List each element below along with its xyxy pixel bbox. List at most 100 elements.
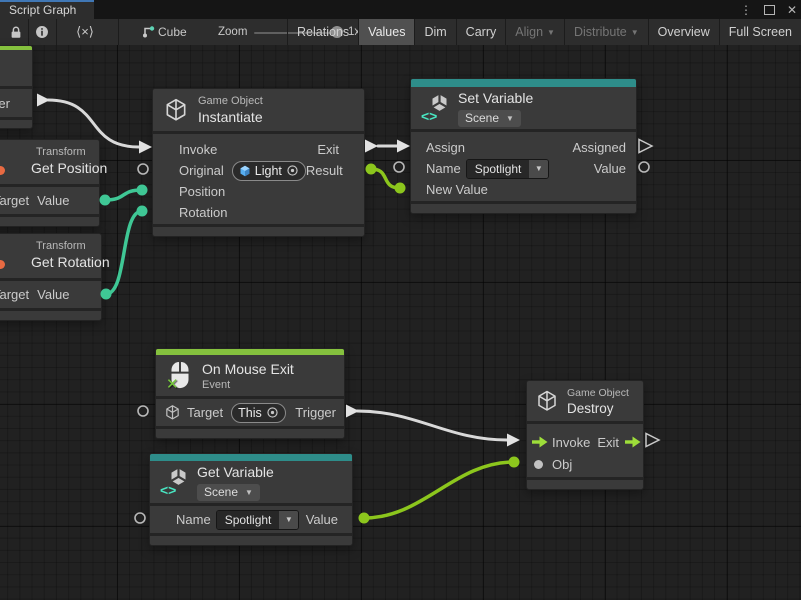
value-port-label: Value: [37, 287, 69, 302]
obj-port-dot-icon[interactable]: [534, 460, 543, 469]
transform-icon: [0, 166, 5, 175]
tab-bar: Script Graph ⋮ ✕: [0, 0, 801, 19]
name-port-label: Name: [426, 161, 461, 176]
node-category: Game Object: [198, 95, 263, 107]
graph-asset-icon: [138, 19, 156, 45]
edit-subgraph-button[interactable]: ⟨×⟩: [64, 19, 106, 45]
distribute-button[interactable]: Distribute▼: [564, 19, 648, 45]
info-icon: [35, 25, 49, 39]
node-get-position[interactable]: Transform Get Position Target Value: [0, 139, 100, 227]
node-instantiate[interactable]: Game Object Instantiate Invoke Exit Orig…: [152, 88, 365, 237]
values-button[interactable]: Values: [358, 19, 414, 45]
svg-text:<>: <>: [421, 108, 437, 123]
window-controls: ⋮ ✕: [740, 0, 797, 19]
port-row: Invoke Exit: [153, 139, 364, 160]
toolbar-toggle-group: Relations Values Dim Carry Align▼ Distri…: [369, 19, 801, 45]
variable-scope-dropdown[interactable]: Scene ▼: [197, 484, 260, 501]
node-title: On Mouse Exit: [202, 361, 294, 377]
port-row: Assign Assigned: [411, 137, 636, 158]
info-button[interactable]: [30, 19, 54, 45]
port-row: Target Value: [0, 187, 99, 214]
port-row: Rotation: [153, 202, 364, 223]
gameobject-icon: [239, 165, 251, 177]
invoke-port-arrow-icon[interactable]: [531, 436, 548, 448]
tab-script-graph[interactable]: Script Graph: [0, 0, 94, 19]
relations-button[interactable]: Relations: [287, 19, 358, 45]
variable-scope-dropdown[interactable]: Scene ▼: [458, 110, 521, 127]
object-picker-icon[interactable]: [266, 406, 279, 419]
toolbar-separator: [56, 19, 57, 45]
target-port-label: Target: [0, 287, 29, 302]
align-button[interactable]: Align▼: [505, 19, 564, 45]
new-value-port-label: New Value: [426, 182, 488, 197]
node-title: Instantiate: [198, 109, 263, 125]
node-get-rotation[interactable]: Transform Get Rotation Target Value: [0, 233, 102, 321]
exit-port-label: Exit: [597, 435, 619, 450]
variable-accent-bar: [411, 79, 636, 87]
port-row: Position: [153, 181, 364, 202]
port-row: Trigger: [0, 89, 32, 117]
node-partial-event[interactable]: Trigger: [0, 45, 33, 129]
lock-icon: [9, 25, 23, 40]
svg-text:<>: <>: [160, 482, 176, 497]
close-icon[interactable]: ✕: [787, 4, 797, 16]
target-port-label: Target: [187, 405, 223, 420]
chevron-down-icon: ▼: [529, 160, 548, 178]
chevron-down-icon: ▼: [506, 114, 514, 123]
trigger-port-label: Trigger: [0, 96, 10, 111]
node-set-variable[interactable]: <> Set Variable Scene ▼ Assign Assigned …: [410, 78, 637, 214]
exit-x-icon: ✕: [166, 375, 179, 393]
assign-port-label: Assign: [426, 140, 465, 155]
overview-button[interactable]: Overview: [648, 19, 719, 45]
original-port-label: Original: [179, 163, 224, 178]
object-picker-icon[interactable]: [286, 164, 299, 177]
original-object-field[interactable]: Light: [232, 161, 306, 181]
node-get-variable[interactable]: <> Get Variable Scene ▼ Name Spotlight ▼…: [149, 453, 353, 546]
node-on-mouse-exit[interactable]: ✕ On Mouse Exit Event Target This Trigge…: [155, 348, 345, 439]
carry-button[interactable]: Carry: [456, 19, 506, 45]
value-port-label: Value: [37, 193, 69, 208]
subgraph-icon: ⟨×⟩: [76, 24, 94, 40]
node-category: Game Object: [567, 387, 629, 399]
kebab-menu-icon[interactable]: ⋮: [740, 4, 752, 16]
value-port-label: Value: [306, 512, 338, 527]
exit-port-arrow-icon[interactable]: [624, 436, 641, 448]
port-row: Original Light Result: [153, 160, 364, 181]
cube-icon: [164, 404, 181, 421]
visual-scripting-window: Script Graph ⋮ ✕ ⟨×⟩ Cube Zoom: [0, 0, 801, 600]
target-object-field[interactable]: This: [231, 403, 286, 423]
chevron-down-icon: ▼: [631, 28, 639, 37]
node-title: Get Position: [31, 160, 107, 176]
node-category: Event: [202, 379, 294, 391]
node-category: Transform: [36, 146, 107, 158]
variable-name-dropdown[interactable]: Spotlight ▼: [216, 510, 300, 530]
fullscreen-button[interactable]: Full Screen: [719, 19, 801, 45]
node-title: Set Variable: [458, 90, 533, 106]
cube-icon: [163, 97, 189, 123]
maximize-icon[interactable]: [764, 5, 775, 15]
object-field-value: Light: [255, 164, 282, 178]
rotation-port-label: Rotation: [179, 205, 227, 220]
port-row: Obj: [527, 453, 643, 475]
dim-button[interactable]: Dim: [414, 19, 455, 45]
chevron-down-icon: ▼: [279, 511, 298, 529]
scene-variable-icon: <>: [160, 467, 188, 497]
trigger-port-label: Trigger: [295, 405, 336, 420]
graph-toolbar: ⟨×⟩ Cube Zoom 1x Relations Values Dim Ca…: [0, 19, 801, 46]
chevron-down-icon: ▼: [245, 488, 253, 497]
invoke-port-label: Invoke: [179, 142, 217, 157]
exit-port-label: Exit: [317, 142, 339, 157]
node-title: Get Rotation: [31, 254, 110, 270]
transform-icon: [0, 260, 5, 269]
variable-name-dropdown[interactable]: Spotlight ▼: [466, 159, 550, 179]
port-row: Name Spotlight ▼ Value: [150, 506, 352, 533]
node-destroy[interactable]: Game Object Destroy Invoke Exit Obj: [526, 380, 644, 490]
chevron-down-icon: ▼: [547, 28, 555, 37]
graph-canvas[interactable]: [0, 45, 801, 600]
position-port-label: Position: [179, 184, 225, 199]
lock-button[interactable]: [4, 19, 28, 45]
port-row: New Value: [411, 179, 636, 200]
result-port-label: Result: [306, 163, 343, 178]
node-title: Destroy: [567, 401, 629, 416]
target-port-label: Target: [0, 193, 29, 208]
